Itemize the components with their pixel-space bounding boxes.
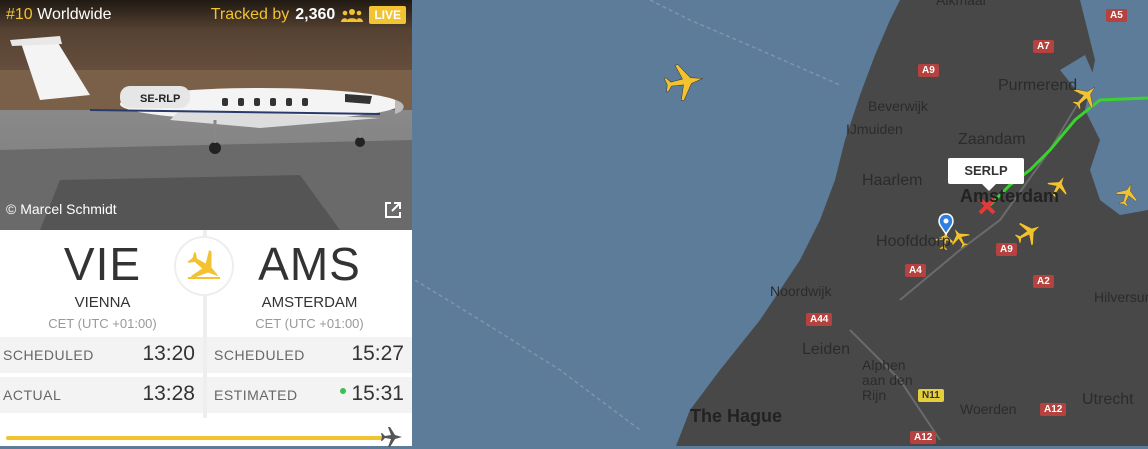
arr-estimated-row: ESTIMATED 15:31 [207, 377, 412, 413]
map-label-zaandam: Zaandam [958, 131, 1026, 148]
arr-scheduled-row: SCHEDULED 15:27 [207, 337, 412, 373]
aircraft-registration: SE-RLP [140, 93, 180, 105]
dep-scheduled-row: SCHEDULED 13:20 [0, 337, 203, 373]
road-shield: A5 [1106, 9, 1127, 22]
people-icon [341, 9, 364, 22]
landing-icon [176, 238, 232, 294]
map-label-noordwijk: Noordwijk [770, 283, 832, 299]
road-shield: A2 [1033, 275, 1054, 288]
road-shield: A44 [806, 313, 833, 326]
tracked-count: 2,360 [295, 6, 336, 23]
origin-code: VIE [63, 238, 142, 290]
dep-scheduled-label: SCHEDULED [3, 347, 94, 363]
arr-estimated-label: ESTIMATED [214, 387, 298, 403]
status-dot [340, 388, 347, 395]
road-shield: A7 [1033, 40, 1054, 53]
map-label-beverwijk: Beverwijk [868, 98, 928, 114]
dep-actual-time: 13:28 [142, 382, 195, 405]
external-link-icon[interactable] [383, 200, 403, 220]
dep-actual-row: ACTUAL 13:28 [0, 377, 203, 413]
map-label-woerden: Woerden [960, 401, 1017, 417]
aircraft-progress-icon [381, 427, 402, 447]
map-label-amsterdam: Amsterdam [960, 186, 1060, 206]
destination-timezone: CET (UTC +01:00) [255, 316, 364, 331]
map-label-hilversum: Hilversum [1094, 289, 1148, 305]
origin-city: VIENNA [74, 294, 131, 311]
map-label-purmerend: Purmerend [998, 77, 1078, 94]
origin-airport[interactable]: VIE VIENNA CET (UTC +01:00) [0, 230, 205, 335]
dep-scheduled-time: 13:20 [142, 342, 195, 365]
live-badge: LIVE [369, 6, 406, 24]
road-shield: A12 [1040, 403, 1067, 416]
photo-credit[interactable]: © Marcel Schmidt [6, 201, 117, 217]
flight-info-panel: SE-RLP #10 Worldwide Tracked by 2,360 LI… [0, 0, 412, 447]
destination-city: AMSTERDAM [261, 294, 358, 311]
map-label-hoofddorp: Hoofddorp [876, 233, 951, 250]
flight-progress-bar [6, 436, 384, 440]
map-label-alkmaar: Alkmaar [936, 0, 988, 8]
road-shield: A12 [910, 431, 937, 444]
destination-airport[interactable]: AMS AMSTERDAM CET (UTC +01:00) [207, 230, 412, 335]
destination-code: AMS [258, 238, 361, 290]
map-label-utrecht: Utrecht [1082, 391, 1134, 408]
flight-callsign-label[interactable]: SERLP [948, 158, 1024, 191]
arr-scheduled-label: SCHEDULED [214, 347, 305, 363]
origin-timezone: CET (UTC +01:00) [48, 316, 157, 331]
photo-header: #10 Worldwide Tracked by 2,360 LIVE [0, 0, 412, 30]
aircraft-photo[interactable]: SE-RLP #10 Worldwide Tracked by 2,360 LI… [0, 0, 412, 230]
map-label-haarlem: Haarlem [862, 172, 923, 189]
dep-actual-label: ACTUAL [3, 387, 62, 403]
map-label-ijmuiden: IJmuiden [846, 121, 903, 137]
road-shield: A9 [918, 64, 939, 77]
map-label-the-hague: The Hague [690, 406, 783, 426]
road-shield: A9 [996, 243, 1017, 256]
tracked-by: Tracked by 2,360 LIVE [211, 6, 406, 24]
road-shield: A4 [905, 264, 926, 277]
arr-estimated-time: 15:31 [340, 382, 404, 406]
rank-label: #10 Worldwide [6, 6, 112, 23]
progress-area [0, 418, 412, 446]
map-label-leiden: Leiden [802, 341, 851, 358]
road-shield: N11 [918, 389, 944, 402]
arr-scheduled-time: 15:27 [351, 342, 404, 365]
